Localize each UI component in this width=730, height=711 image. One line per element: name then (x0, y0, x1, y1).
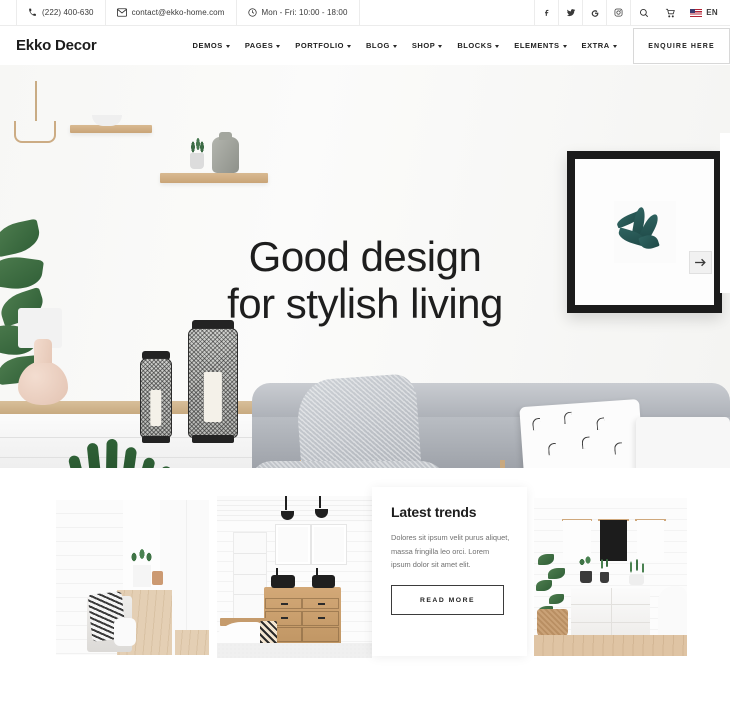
latest-trends-body: Dolores sit ipsum velit purus aliquet, m… (391, 533, 510, 570)
chevron-down-icon (346, 44, 351, 48)
chevron-down-icon (225, 44, 230, 48)
sideboard-artwork-photo[interactable] (534, 498, 687, 656)
city-skyline-pillow (636, 417, 730, 468)
shelf-ceramic-vase (212, 132, 239, 173)
nav-item-demos[interactable]: DEMOS (193, 41, 230, 50)
blush-vase (18, 339, 68, 405)
nav-item-blocks[interactable]: BLOCKS (457, 41, 500, 50)
search-icon (639, 8, 649, 18)
main-navigation-bar: Ekko Decor DEMOS PAGES PORTFOLIO BLOG SH… (0, 26, 730, 65)
email-address: contact@ekko-home.com (131, 8, 225, 17)
next-slide-button[interactable] (689, 251, 712, 274)
enquire-here-button[interactable]: ENQUIRE HERE (633, 28, 730, 64)
snake-plant (67, 438, 188, 468)
nav-label-elements: ELEMENTS (514, 41, 560, 50)
hours-item: Mon - Fri: 10:00 - 18:00 (237, 0, 360, 25)
knit-throw-blanket-lower (250, 461, 450, 468)
chevron-down-icon (612, 44, 617, 48)
nav-label-demos: DEMOS (192, 41, 223, 50)
nav-item-elements[interactable]: ELEMENTS (514, 41, 567, 50)
mail-icon (116, 8, 127, 17)
hero-headline-line-2: for stylish living (227, 280, 503, 328)
nav-item-portfolio[interactable]: PORTFOLIO (295, 41, 351, 50)
nav-label-blocks: BLOCKS (457, 41, 493, 50)
latest-trends-section: Latest trends Dolores sit ipsum velit pu… (0, 468, 730, 711)
hero-headline-line-1: Good design (248, 233, 482, 280)
lantern-large (188, 328, 238, 438)
nav-item-blog[interactable]: BLOG (366, 41, 397, 50)
instagram-icon[interactable] (606, 0, 630, 25)
read-more-button[interactable]: READ MORE (391, 585, 504, 616)
lantern-small (140, 358, 172, 438)
wall-shelf-lower (160, 173, 268, 183)
hero-headline: Good design for stylish living (0, 233, 730, 327)
site-logo[interactable]: Ekko Decor (16, 37, 97, 54)
google-icon[interactable] (582, 0, 606, 25)
nav-label-extra: EXTRA (581, 41, 610, 50)
nav-item-pages[interactable]: PAGES (244, 41, 281, 50)
nav-label-shop: SHOP (411, 41, 436, 50)
language-switcher[interactable]: EN (684, 0, 730, 25)
flag-us-icon (690, 8, 703, 17)
knit-throw-blanket (295, 372, 425, 468)
opening-hours: Mon - Fri: 10:00 - 18:00 (261, 8, 348, 17)
chevron-down-icon (562, 44, 567, 48)
nav-item-shop[interactable]: SHOP (411, 41, 443, 50)
cart-icon (665, 8, 676, 18)
phone-number: (222) 400-630 (42, 8, 94, 17)
wall-shelf-upper (70, 125, 152, 133)
top-bar-spacer (360, 0, 535, 25)
top-bar-right: EN (534, 0, 730, 25)
arrow-right-icon (694, 258, 707, 267)
hanging-lamp (14, 81, 56, 143)
hero-slider: Good design for stylish living (0, 65, 730, 468)
language-label: EN (706, 8, 718, 17)
shelf-plant-pot (190, 153, 204, 169)
nav-label-blog: BLOG (365, 41, 390, 50)
chevron-down-icon (276, 44, 281, 48)
twitter-icon[interactable] (558, 0, 582, 25)
phone-icon (28, 8, 37, 17)
latest-trends-card: Latest trends Dolores sit ipsum velit pu… (372, 487, 527, 656)
bathroom-vanity-photo[interactable] (217, 496, 372, 658)
clock-icon (247, 8, 257, 17)
hallway-interior-photo[interactable] (56, 500, 209, 655)
search-button[interactable] (630, 0, 657, 25)
top-bar: (222) 400-630 contact@ekko-home.com Mon … (0, 0, 730, 26)
chevron-down-icon (438, 44, 443, 48)
chevron-down-icon (495, 44, 500, 48)
email-item[interactable]: contact@ekko-home.com (106, 0, 237, 25)
nav-item-extra[interactable]: EXTRA (582, 41, 617, 50)
facebook-icon[interactable] (534, 0, 558, 25)
flamingo-print-pillow (519, 398, 647, 468)
cart-button[interactable] (657, 0, 684, 25)
chevron-down-icon (392, 44, 397, 48)
phone-item[interactable]: (222) 400-630 (16, 0, 106, 25)
latest-trends-title: Latest trends (391, 504, 477, 520)
nav-label-portfolio: PORTFOLIO (295, 41, 344, 50)
nav-label-pages: PAGES (244, 41, 274, 50)
nav-menu: DEMOS PAGES PORTFOLIO BLOG SHOP BLOCKS E… (193, 41, 617, 50)
